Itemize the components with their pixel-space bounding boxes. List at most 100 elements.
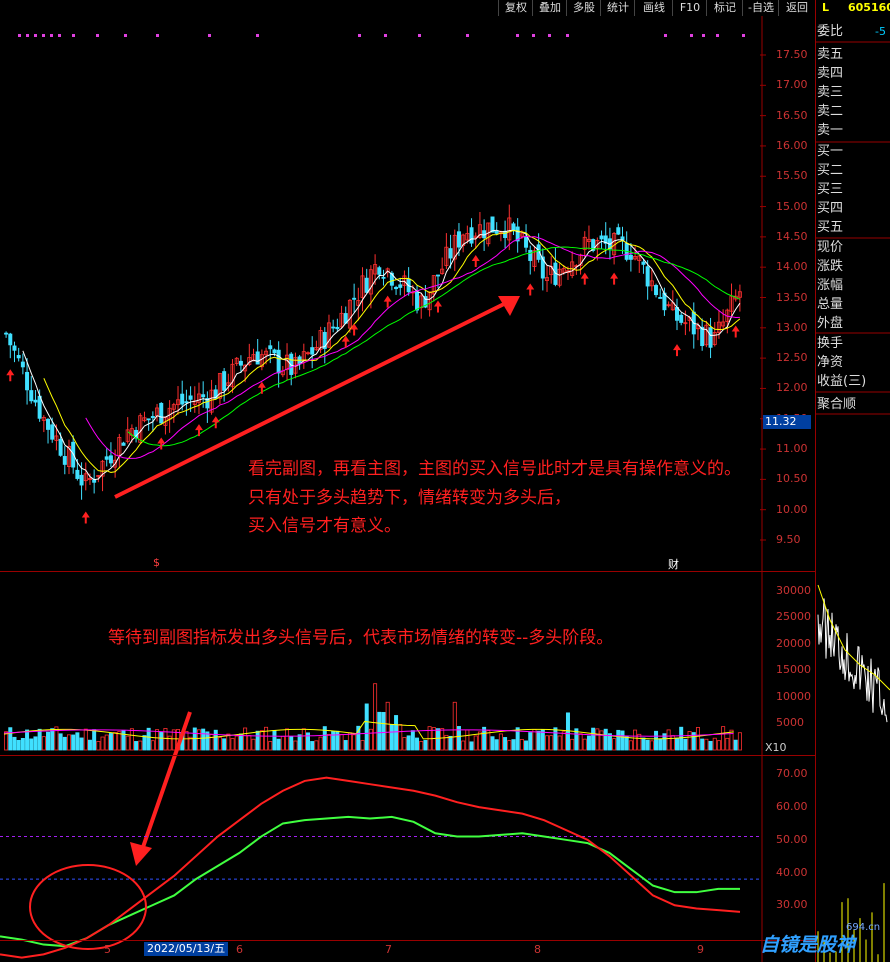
candle-body xyxy=(29,390,34,402)
volume-bar xyxy=(503,737,508,751)
volume-bar xyxy=(448,735,453,751)
event-mark-finance[interactable]: 财 xyxy=(668,556,679,572)
volume-bar xyxy=(498,733,503,751)
buy-signal-arrow xyxy=(194,424,203,437)
volume-bar xyxy=(675,737,680,751)
ma10-line xyxy=(43,229,741,473)
buy-signal-arrow xyxy=(257,381,266,394)
candle-body xyxy=(335,326,340,330)
candle-body xyxy=(268,345,273,350)
candle-body xyxy=(448,248,453,259)
signal-dot xyxy=(96,34,99,37)
quote-label: 收益(三) xyxy=(817,374,867,389)
volume-bar xyxy=(352,734,357,751)
volume-bar xyxy=(649,740,654,751)
quote-label: 涨跌 xyxy=(817,259,844,274)
volume-bar xyxy=(666,729,671,751)
candle-body xyxy=(4,332,9,335)
volume-bar xyxy=(381,712,386,751)
volume-bar xyxy=(184,730,189,751)
candle-body xyxy=(238,360,243,366)
stock-chart-window: 复权 叠加 多股 统计 画线 F10 标记 -自选 返回 17.50 17.00 1… xyxy=(0,0,890,962)
buy-signal-arrow xyxy=(731,325,740,338)
volume-bar xyxy=(679,726,684,751)
signal-arrow-head xyxy=(130,842,152,866)
event-mark-dividend[interactable]: $ xyxy=(153,556,160,569)
main-annotation-line-3: 买入信号才有意义。 xyxy=(248,516,401,536)
volume-bar xyxy=(247,735,252,751)
main-annotation-line-1: 看完副图，再看主图，主图的买入信号此时才是具有操作意义的。 xyxy=(248,459,741,479)
volume-bar xyxy=(96,741,101,751)
volume-bar xyxy=(276,738,281,751)
quote-label: 卖二 xyxy=(817,104,844,119)
price-tick: 17.50 xyxy=(776,48,808,61)
volume-bar xyxy=(100,736,105,751)
candle-body xyxy=(381,276,386,279)
volume-tick: 30000 xyxy=(776,583,811,597)
volume-bar xyxy=(616,729,621,751)
candle-body xyxy=(435,274,440,277)
signal-dot xyxy=(156,34,159,37)
volume-bar xyxy=(108,733,113,751)
price-tick: 16.50 xyxy=(776,108,808,122)
candle-body xyxy=(180,393,185,405)
price-tick: 11.00 xyxy=(776,442,808,456)
quote-label: 外盘 xyxy=(817,316,844,331)
volume-bar xyxy=(733,739,738,751)
candle-body xyxy=(25,371,30,391)
signal-dot xyxy=(42,34,45,37)
volume-bar xyxy=(314,740,319,751)
volume-bar xyxy=(670,735,675,751)
volume-tick: 25000 xyxy=(776,610,811,624)
volume-bar xyxy=(595,728,600,751)
volume-bar xyxy=(272,730,277,751)
signal-dot xyxy=(18,34,21,37)
volume-bar xyxy=(150,740,155,751)
volume-bar xyxy=(326,733,331,751)
volume-annotation: 等待到副图指标发出多头信号后，代表市场情绪的转变--多头阶段。 xyxy=(108,628,614,648)
volume-bar xyxy=(624,736,629,751)
candle-body xyxy=(700,326,705,347)
volume-bar xyxy=(243,727,248,751)
volume-bar xyxy=(217,737,222,751)
candle-body xyxy=(641,261,646,265)
price-tick: 17.00 xyxy=(776,78,808,92)
volume-bar xyxy=(389,724,394,751)
volume-bar xyxy=(293,740,298,751)
volume-tick: 15000 xyxy=(776,663,811,677)
buy-signal-arrow xyxy=(610,272,619,285)
volume-bar xyxy=(16,739,21,751)
volume-bar xyxy=(20,738,25,751)
volume-bar xyxy=(196,729,201,751)
buy-signal-arrow xyxy=(433,300,442,313)
volume-bar xyxy=(461,740,466,751)
volume-bar xyxy=(565,712,570,751)
x-tick: 8 xyxy=(534,943,541,956)
candle-body xyxy=(184,401,189,404)
volume-bar xyxy=(83,728,88,751)
volume-bar xyxy=(465,729,470,751)
volume-bar xyxy=(238,733,243,751)
volume-bar xyxy=(716,740,721,751)
candle-body xyxy=(511,223,516,231)
candle-body xyxy=(415,291,420,311)
volume-bar xyxy=(549,735,554,751)
price-tick: 9.50 xyxy=(776,533,801,546)
candle-body xyxy=(58,438,63,456)
signal-dot xyxy=(716,34,719,37)
buy-signal-arrow xyxy=(6,369,15,382)
signal-dot xyxy=(208,34,211,37)
signal-dot xyxy=(516,34,519,37)
volume-bar xyxy=(268,741,273,751)
volume-bar xyxy=(92,729,97,751)
candle-body xyxy=(456,231,461,248)
volume-bar xyxy=(289,736,294,751)
volume-bar xyxy=(633,729,638,751)
volume-bar xyxy=(41,736,46,751)
indicator-tick: 70.00 xyxy=(776,767,808,781)
volume-bar xyxy=(138,740,143,751)
candle-body xyxy=(46,418,51,430)
volume-bar xyxy=(343,740,348,751)
volume-bar xyxy=(507,740,512,751)
volume-bar xyxy=(578,733,583,751)
